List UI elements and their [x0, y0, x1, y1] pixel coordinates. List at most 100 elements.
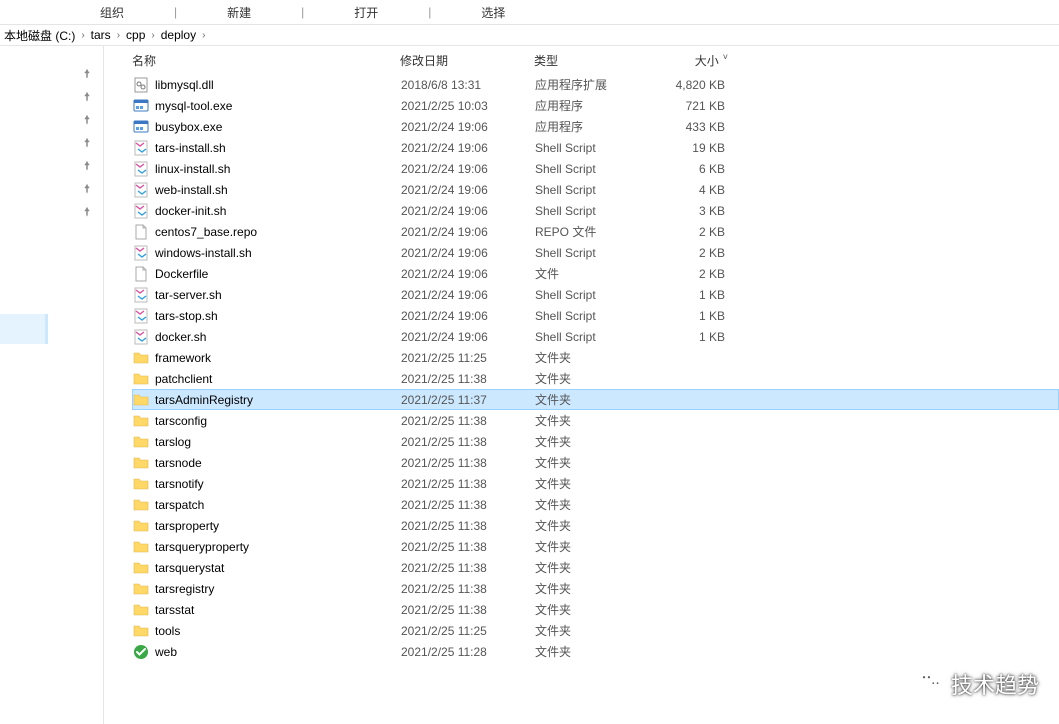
folder-icon	[133, 392, 149, 408]
file-row[interactable]: linux-install.sh2021/2/24 19:06Shell Scr…	[132, 158, 1059, 179]
file-type: 文件夹	[535, 559, 649, 576]
file-row[interactable]: busybox.exe2021/2/24 19:06应用程序433 KB	[132, 116, 1059, 137]
file-type: 文件夹	[535, 349, 649, 366]
chevron-right-icon: ›	[81, 30, 84, 41]
toolbar-new[interactable]: 新建	[227, 4, 251, 21]
breadcrumb-cpp[interactable]: cpp	[126, 28, 145, 42]
file-size: 1 KB	[649, 309, 729, 323]
file-row[interactable]: tarsproperty2021/2/25 11:38文件夹	[132, 515, 1059, 536]
breadcrumb-deploy[interactable]: deploy	[161, 28, 196, 42]
file-date: 2021/2/25 10:03	[401, 99, 535, 113]
file-type: Shell Script	[535, 162, 649, 176]
file-row[interactable]: Dockerfile2021/2/24 19:06文件2 KB	[132, 263, 1059, 284]
file-row[interactable]: tarsnode2021/2/25 11:38文件夹	[132, 452, 1059, 473]
file-row[interactable]: web-install.sh2021/2/24 19:06Shell Scrip…	[132, 179, 1059, 200]
pin-icon[interactable]	[81, 68, 93, 83]
file-row[interactable]: tar-server.sh2021/2/24 19:06Shell Script…	[132, 284, 1059, 305]
sidebar-selected-tab[interactable]	[0, 314, 48, 344]
pin-icon[interactable]	[81, 137, 93, 152]
breadcrumb-root[interactable]: 本地磁盘 (C:)	[4, 27, 75, 44]
file-row[interactable]: tarsnotify2021/2/25 11:38文件夹	[132, 473, 1059, 494]
file-name: tarsAdminRegistry	[155, 393, 253, 407]
file-name: web	[155, 645, 177, 659]
pin-icon[interactable]	[81, 114, 93, 129]
file-row[interactable]: mysql-tool.exe2021/2/25 10:03应用程序721 KB	[132, 95, 1059, 116]
folder-icon	[133, 560, 149, 576]
file-date: 2021/2/25 11:38	[401, 498, 535, 512]
file-row[interactable]: tars-stop.sh2021/2/24 19:06Shell Script1…	[132, 305, 1059, 326]
sh-icon	[133, 287, 149, 303]
toolbar-select-label: 选择	[481, 4, 505, 21]
file-date: 2021/2/24 19:06	[401, 309, 535, 323]
file-row[interactable]: tools2021/2/25 11:25文件夹	[132, 620, 1059, 641]
folder-icon	[133, 539, 149, 555]
file-row[interactable]: tarsregistry2021/2/25 11:38文件夹	[132, 578, 1059, 599]
watermark-text: 技术趋势	[951, 668, 1039, 700]
breadcrumb-tars[interactable]: tars	[91, 28, 111, 42]
folder-icon	[133, 623, 149, 639]
column-date[interactable]: 修改日期	[400, 52, 534, 69]
column-size[interactable]: 大小˅	[648, 52, 728, 69]
file-row[interactable]: tarsAdminRegistry2021/2/25 11:37文件夹	[132, 389, 1059, 410]
file-name: tarspatch	[155, 498, 204, 512]
file-row[interactable]: docker.sh2021/2/24 19:06Shell Script1 KB	[132, 326, 1059, 347]
file-size: 2 KB	[649, 267, 729, 281]
file-size: 4 KB	[649, 183, 729, 197]
file-type: 应用程序	[535, 118, 649, 135]
file-date: 2021/2/24 19:06	[401, 288, 535, 302]
column-type[interactable]: 类型	[534, 52, 648, 69]
folder-icon	[133, 518, 149, 534]
pin-icon[interactable]	[81, 160, 93, 175]
column-name[interactable]: 名称	[132, 52, 400, 69]
file-row[interactable]: tars-install.sh2021/2/24 19:06Shell Scri…	[132, 137, 1059, 158]
file-name: tarsqueryproperty	[155, 540, 249, 554]
toolbar-sep: |	[428, 5, 431, 19]
file-row[interactable]: docker-init.sh2021/2/24 19:06Shell Scrip…	[132, 200, 1059, 221]
web-icon	[133, 644, 149, 660]
file-row[interactable]: centos7_base.repo2021/2/24 19:06REPO 文件2…	[132, 221, 1059, 242]
quick-access-pins	[81, 68, 93, 221]
file-row[interactable]: web2021/2/25 11:28文件夹	[132, 641, 1059, 662]
folder-icon	[133, 581, 149, 597]
file-type: 文件夹	[535, 370, 649, 387]
file-name: tarslog	[155, 435, 191, 449]
pin-icon[interactable]	[81, 91, 93, 106]
toolbar-organize[interactable]: 组织	[100, 4, 124, 21]
toolbar-select[interactable]: 选择	[481, 4, 505, 21]
pin-icon[interactable]	[81, 183, 93, 198]
sidebar	[0, 46, 104, 724]
file-icon	[133, 266, 149, 282]
file-type: 应用程序扩展	[535, 76, 649, 93]
pin-icon[interactable]	[81, 206, 93, 221]
file-name: linux-install.sh	[155, 162, 230, 176]
chevron-right-icon: ›	[202, 30, 205, 41]
file-row[interactable]: tarspatch2021/2/25 11:38文件夹	[132, 494, 1059, 515]
file-row[interactable]: framework2021/2/25 11:25文件夹	[132, 347, 1059, 368]
sh-icon	[133, 182, 149, 198]
file-row[interactable]: patchclient2021/2/25 11:38文件夹	[132, 368, 1059, 389]
file-type: 文件夹	[535, 433, 649, 450]
file-date: 2021/2/25 11:38	[401, 519, 535, 533]
file-date: 2021/2/25 11:38	[401, 561, 535, 575]
file-row[interactable]: tarsstat2021/2/25 11:38文件夹	[132, 599, 1059, 620]
file-date: 2021/2/25 11:38	[401, 456, 535, 470]
dll-icon	[133, 77, 149, 93]
file-date: 2021/2/25 11:37	[401, 393, 535, 407]
file-row[interactable]: windows-install.sh2021/2/24 19:06Shell S…	[132, 242, 1059, 263]
file-date: 2021/2/25 11:25	[401, 351, 535, 365]
file-name: web-install.sh	[155, 183, 228, 197]
file-row[interactable]: tarslog2021/2/25 11:38文件夹	[132, 431, 1059, 452]
toolbar-open[interactable]: 打开	[354, 4, 378, 21]
chevron-right-icon: ›	[117, 30, 120, 41]
file-name: Dockerfile	[155, 267, 208, 281]
file-row[interactable]: libmysql.dll2018/6/8 13:31应用程序扩展4,820 KB	[132, 74, 1059, 95]
toolbar-sep: |	[174, 5, 177, 19]
folder-icon	[133, 497, 149, 513]
file-name: patchclient	[155, 372, 212, 386]
file-row[interactable]: tarsconfig2021/2/25 11:38文件夹	[132, 410, 1059, 431]
column-date-label: 修改日期	[400, 52, 448, 69]
breadcrumb[interactable]: 本地磁盘 (C:) › tars › cpp › deploy ›	[0, 24, 1059, 46]
file-type: 文件夹	[535, 622, 649, 639]
file-row[interactable]: tarsquerystat2021/2/25 11:38文件夹	[132, 557, 1059, 578]
file-row[interactable]: tarsqueryproperty2021/2/25 11:38文件夹	[132, 536, 1059, 557]
